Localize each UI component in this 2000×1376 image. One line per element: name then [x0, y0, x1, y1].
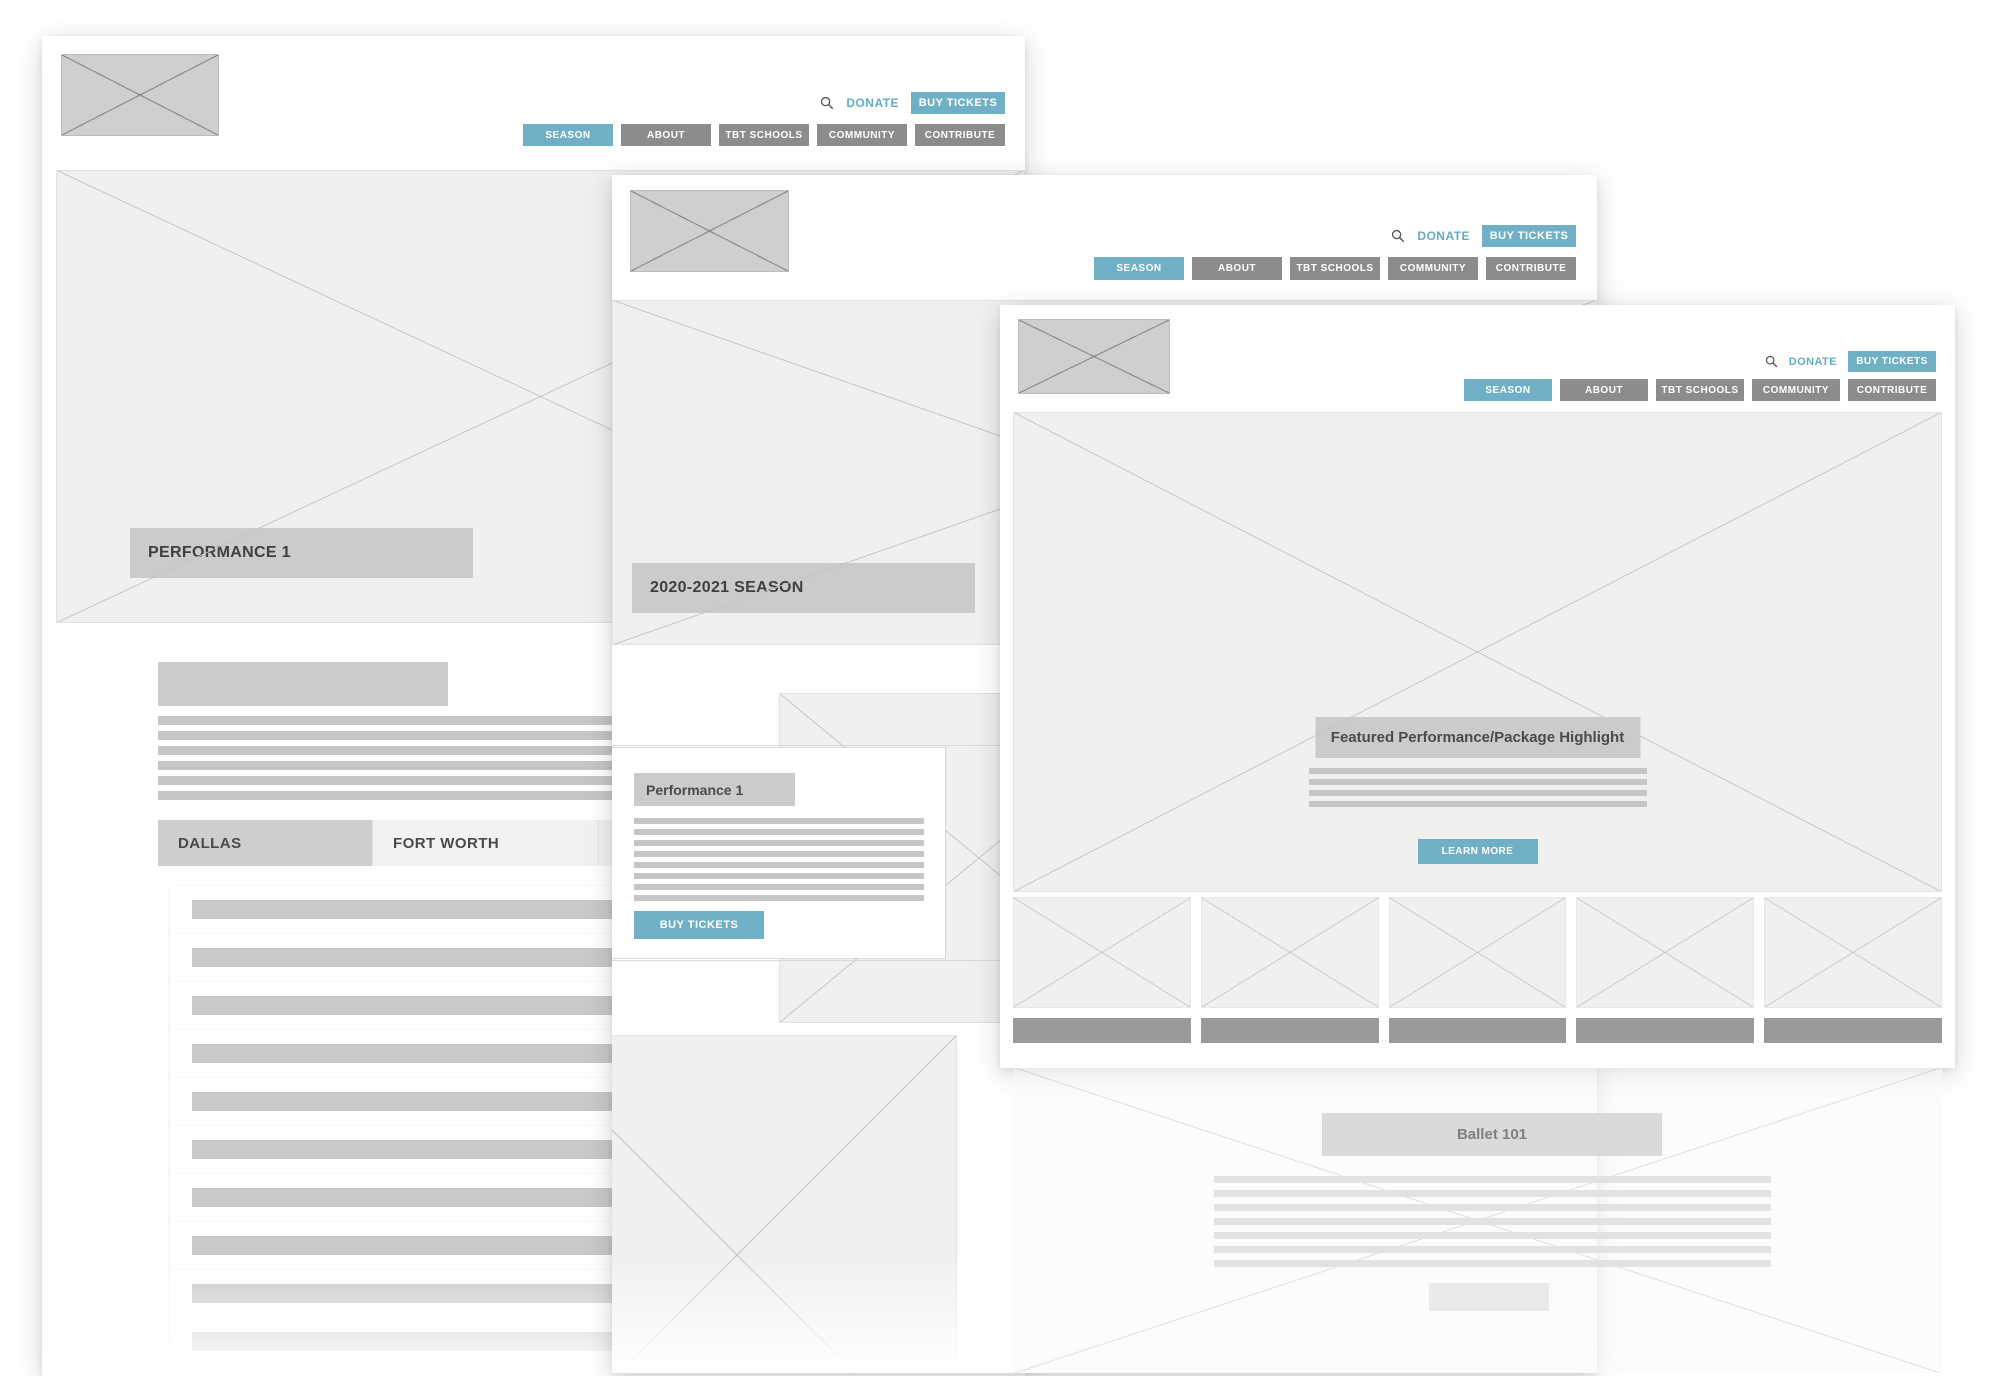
thumbnail-caption-bar [1764, 1018, 1942, 1043]
thumbnail-image-placeholder [1576, 897, 1755, 1008]
site-header: DONATE BUY TICKETS SEASON ABOUT TBT SCHO… [612, 175, 1597, 292]
search-icon[interactable] [820, 96, 834, 110]
donate-link[interactable]: DONATE [1789, 356, 1837, 368]
wireframe-stack: DONATE BUY TICKETS SEASON ABOUT TBT SCHO… [0, 0, 2000, 1376]
nav-item-contribute[interactable]: CONTRIBUTE [1848, 379, 1936, 401]
buy-tickets-button[interactable]: BUY TICKETS [911, 92, 1005, 114]
panel-homepage: DONATE BUY TICKETS SEASON ABOUT TBT SCHO… [1000, 305, 1955, 1068]
main-nav: SEASON ABOUT TBT SCHOOLS COMMUNITY CONTR… [1094, 257, 1576, 280]
buy-tickets-button[interactable]: BUY TICKETS [1482, 225, 1576, 247]
hero-feature-placeholder: Featured Performance/Package Highlight L… [1013, 412, 1942, 892]
lower-image-placeholder [612, 1035, 957, 1373]
thumbnail-card[interactable] [1576, 897, 1755, 1043]
utility-nav: DONATE BUY TICKETS [1391, 225, 1576, 247]
nav-item-contribute[interactable]: CONTRIBUTE [1486, 257, 1576, 280]
logo-placeholder[interactable] [630, 190, 789, 272]
site-header: DONATE BUY TICKETS SEASON ABOUT TBT SCHO… [42, 36, 1025, 156]
thumbnail-caption-bar [1200, 1018, 1379, 1043]
thumbnail-caption-bar [1013, 1018, 1191, 1043]
thumbnail-caption-bar [1576, 1018, 1755, 1043]
nav-item-season[interactable]: SEASON [523, 124, 613, 146]
feature-lines [1308, 768, 1647, 812]
nav-item-tbt-schools[interactable]: TBT SCHOOLS [1290, 257, 1380, 280]
thumbnail-card[interactable] [1200, 897, 1379, 1043]
hero-title-label: PERFORMANCE 1 [130, 528, 473, 578]
tab-dallas[interactable]: DALLAS [158, 820, 373, 866]
card-buy-tickets-button[interactable]: BUY TICKETS [634, 911, 764, 939]
buy-tickets-button[interactable]: BUY TICKETS [1848, 351, 1936, 372]
logo-placeholder[interactable] [1018, 319, 1170, 394]
utility-nav: DONATE BUY TICKETS [820, 92, 1005, 114]
performance-card-title: Performance 1 [634, 773, 795, 806]
nav-item-about[interactable]: ABOUT [1192, 257, 1282, 280]
ballet101-lines [1214, 1176, 1771, 1274]
nav-item-community[interactable]: COMMUNITY [1388, 257, 1478, 280]
thumbnail-image-placeholder [1388, 897, 1567, 1008]
main-nav: SEASON ABOUT TBT SCHOOLS COMMUNITY CONTR… [1464, 379, 1936, 401]
performance-card: Performance 1 BUY TICKETS [612, 747, 946, 959]
thumbnail-card[interactable] [1764, 897, 1942, 1043]
thumbnail-image-placeholder [1764, 897, 1942, 1008]
search-icon[interactable] [1765, 355, 1778, 368]
utility-nav: DONATE BUY TICKETS [1765, 351, 1936, 372]
ballet101-button-placeholder[interactable] [1429, 1283, 1549, 1311]
nav-item-community[interactable]: COMMUNITY [817, 124, 907, 146]
nav-item-contribute[interactable]: CONTRIBUTE [915, 124, 1005, 146]
tab-fort-worth[interactable]: FORT WORTH [373, 820, 599, 866]
tab-dallas-label: DALLAS [178, 834, 242, 852]
nav-item-about[interactable]: ABOUT [1560, 379, 1648, 401]
donate-link[interactable]: DONATE [1417, 229, 1470, 243]
hero-title-label: 2020-2021 SEASON [632, 563, 975, 613]
nav-item-season[interactable]: SEASON [1464, 379, 1552, 401]
nav-item-about[interactable]: ABOUT [621, 124, 711, 146]
nav-item-community[interactable]: COMMUNITY [1752, 379, 1840, 401]
feature-title: Featured Performance/Package Highlight [1315, 717, 1640, 758]
search-icon[interactable] [1391, 229, 1405, 243]
ballet101-title: Ballet 101 [1322, 1113, 1662, 1156]
nav-item-season[interactable]: SEASON [1094, 257, 1184, 280]
main-nav: SEASON ABOUT TBT SCHOOLS COMMUNITY CONTR… [523, 124, 1005, 146]
thumbnail-card[interactable] [1388, 897, 1567, 1043]
logo-placeholder[interactable] [61, 54, 219, 136]
thumbnail-card[interactable] [1013, 897, 1191, 1043]
performance-card-lines [634, 818, 924, 906]
learn-more-button[interactable]: LEARN MORE [1417, 839, 1538, 864]
donate-link[interactable]: DONATE [846, 96, 899, 110]
thumbnail-strip [1013, 897, 1942, 1043]
site-header: DONATE BUY TICKETS SEASON ABOUT TBT SCHO… [1000, 305, 1955, 407]
section-heading-placeholder [158, 662, 448, 706]
thumbnail-image-placeholder [1013, 897, 1191, 1008]
tab-fort-worth-label: FORT WORTH [393, 834, 500, 852]
nav-item-tbt-schools[interactable]: TBT SCHOOLS [719, 124, 809, 146]
thumbnail-caption-bar [1388, 1018, 1567, 1043]
nav-item-tbt-schools[interactable]: TBT SCHOOLS [1656, 379, 1744, 401]
thumbnail-image-placeholder [1200, 897, 1379, 1008]
